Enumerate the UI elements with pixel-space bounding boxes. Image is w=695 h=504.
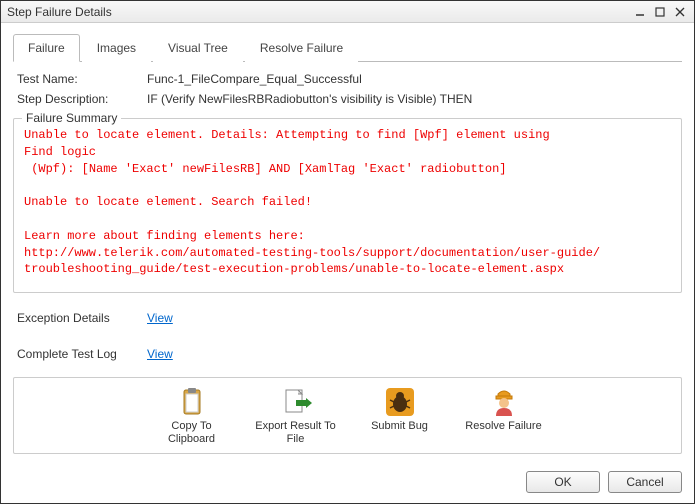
tab-strip: Failure Images Visual Tree Resolve Failu…	[13, 33, 682, 62]
window: Step Failure Details Failure Images Visu…	[0, 0, 695, 504]
minimize-button[interactable]	[632, 5, 648, 19]
maximize-button[interactable]	[652, 5, 668, 19]
bug-icon	[384, 386, 416, 418]
actions-toolbar: Copy To Clipboard Export Result To File …	[13, 377, 682, 453]
test-name-row: Test Name: Func-1_FileCompare_Equal_Succ…	[13, 72, 682, 86]
submit-bug-label: Submit Bug	[371, 420, 428, 433]
worker-icon	[488, 386, 520, 418]
copy-to-clipboard-label: Copy To Clipboard	[151, 420, 233, 446]
step-description-value: IF (Verify NewFilesRBRadiobutton's visib…	[147, 92, 472, 106]
failure-summary-box: Failure Summary Unable to locate element…	[13, 118, 682, 293]
window-title: Step Failure Details	[7, 5, 632, 19]
dialog-footer: OK Cancel	[1, 463, 694, 503]
submit-bug-action[interactable]: Submit Bug	[359, 386, 441, 446]
exception-details-link[interactable]: View	[147, 311, 173, 325]
test-name-label: Test Name:	[17, 72, 147, 86]
cancel-button[interactable]: Cancel	[608, 471, 682, 493]
titlebar: Step Failure Details	[1, 1, 694, 23]
content-area: Failure Images Visual Tree Resolve Failu…	[1, 23, 694, 463]
failure-summary-legend: Failure Summary	[22, 111, 121, 125]
resolve-failure-label: Resolve Failure	[465, 420, 541, 433]
complete-test-log-row: Complete Test Log View	[13, 347, 682, 361]
close-button[interactable]	[672, 5, 688, 19]
resolve-failure-action[interactable]: Resolve Failure	[463, 386, 545, 446]
exception-details-label: Exception Details	[17, 311, 147, 325]
window-controls	[632, 5, 688, 19]
complete-test-log-label: Complete Test Log	[17, 347, 147, 361]
test-name-value: Func-1_FileCompare_Equal_Successful	[147, 72, 362, 86]
export-result-action[interactable]: Export Result To File	[255, 386, 337, 446]
export-result-label: Export Result To File	[255, 420, 337, 446]
step-description-row: Step Description: IF (Verify NewFilesRBR…	[13, 92, 682, 106]
exception-details-row: Exception Details View	[13, 311, 682, 325]
tab-failure[interactable]: Failure	[13, 34, 80, 62]
ok-button[interactable]: OK	[526, 471, 600, 493]
export-file-icon	[280, 386, 312, 418]
tab-images[interactable]: Images	[82, 34, 151, 62]
tab-visual-tree[interactable]: Visual Tree	[153, 34, 243, 62]
step-description-label: Step Description:	[17, 92, 147, 106]
complete-test-log-link[interactable]: View	[147, 347, 173, 361]
failure-summary-text: Unable to locate element. Details: Attem…	[24, 127, 671, 278]
clipboard-icon	[176, 386, 208, 418]
tab-resolve-failure[interactable]: Resolve Failure	[245, 34, 358, 62]
copy-to-clipboard-action[interactable]: Copy To Clipboard	[151, 386, 233, 446]
